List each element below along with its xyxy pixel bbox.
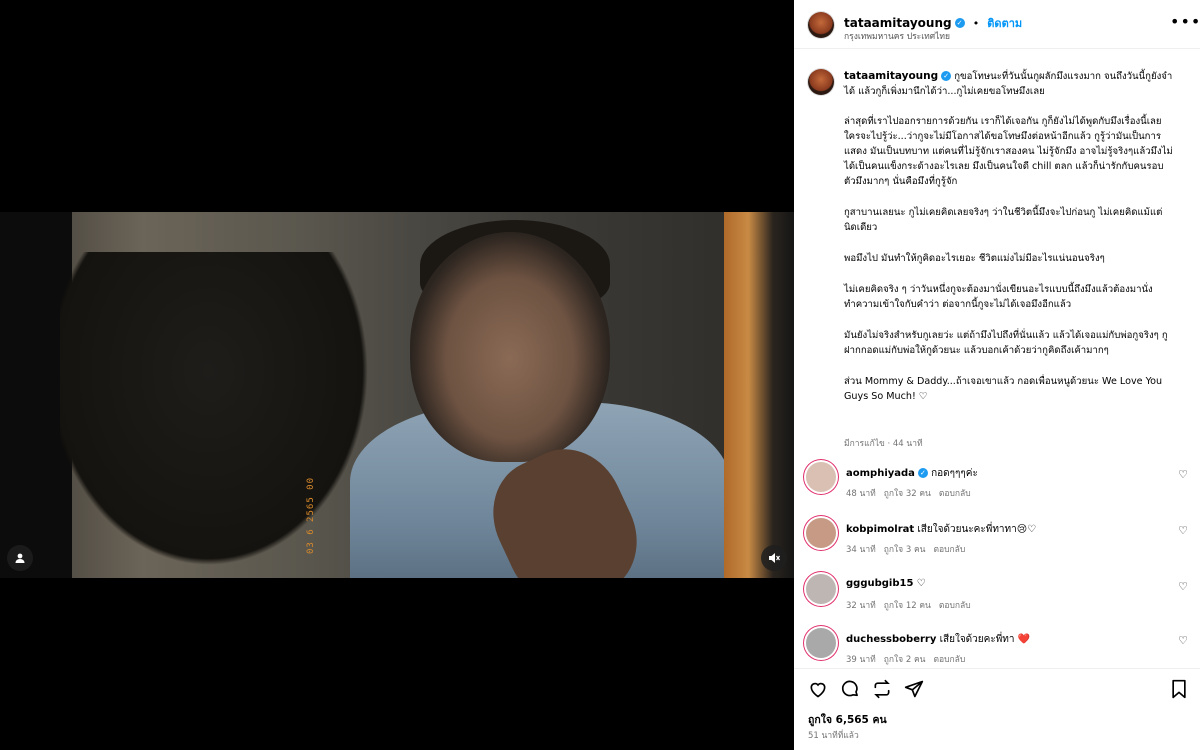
- verified-icon: ✓: [917, 468, 928, 478]
- comment-likes[interactable]: ถูกใจ 12 คน: [884, 601, 931, 611]
- comment-like-icon[interactable]: ♡: [1178, 524, 1188, 537]
- comment-meta: 48 นาที ถูกใจ 32 คน ตอบกลับ: [846, 486, 979, 500]
- caption-paragraph: ไม่เคยคิดจริง ๆ ว่าวันหนึ่งกูจะต้องมานั่…: [844, 284, 1153, 310]
- tagged-user-icon[interactable]: [7, 545, 33, 571]
- verified-icon: ✓: [954, 17, 965, 28]
- video-figure-back: [60, 252, 390, 578]
- comment-username[interactable]: kobpimolrat: [846, 524, 914, 535]
- comment-text: kobpimolrat เสียใจด้วยนะคะพี่ทาทา😢♡: [846, 522, 1156, 537]
- comment-time: 32 นาที: [846, 601, 876, 611]
- reply-button[interactable]: ตอบกลับ: [939, 489, 971, 499]
- more-options-icon[interactable]: •••: [1170, 12, 1200, 31]
- share-icon[interactable]: [904, 679, 924, 704]
- comment-item: kobpimolrat เสียใจด้วยนะคะพี่ทาทา😢♡ 34 น…: [794, 518, 1200, 574]
- caption-username[interactable]: tataamitayoung: [844, 70, 938, 82]
- comment-time: 48 นาที: [846, 489, 876, 499]
- comment-text: duchessboberry เสียใจด้วยคะพี่ทา ❤️: [846, 632, 1156, 647]
- caption-first: tataamitayoung ✓ กูขอโทษนะที่วันนั้นกูผลั…: [844, 69, 1174, 99]
- comment-meta: 39 นาที ถูกใจ 2 คน ตอบกลับ: [846, 652, 973, 666]
- comment-like-icon[interactable]: ♡: [1178, 634, 1188, 647]
- author-avatar[interactable]: [808, 12, 834, 38]
- comment-avatar[interactable]: [806, 518, 836, 548]
- comment-meta: 34 นาที ถูกใจ 3 คน ตอบกลับ: [846, 542, 973, 556]
- comment-time: 39 นาที: [846, 655, 876, 665]
- comment-item: aomphiyada ✓ กอดๆๆๆค่ะ 48 นาที ถูกใจ 32 คน…: [794, 462, 1200, 518]
- video-right-edge: [724, 212, 794, 578]
- comment-item: gggubgib15 ♡ 32 นาที ถูกใจ 12 คน ตอบกลับ ♡: [794, 574, 1200, 630]
- video-figure-head: [410, 232, 610, 462]
- post-location[interactable]: กรุงเทพมหานคร ประเทศไทย: [844, 29, 950, 43]
- reply-button[interactable]: ตอบกลับ: [939, 601, 971, 611]
- caption-avatar[interactable]: [808, 69, 834, 95]
- caption-paragraph: ส่วน Mommy & Daddy...ถ้าเจอเขาแล้ว กอดเพ…: [844, 376, 1163, 402]
- comment-body: เสียใจด้วยนะคะพี่ทาทา😢♡: [917, 524, 1037, 535]
- action-bar: [794, 668, 1200, 709]
- comment-body: เสียใจด้วยคะพี่ทา ❤️: [939, 634, 1031, 645]
- verified-icon: ✓: [941, 71, 952, 81]
- caption-meta: มีการแก้ไข · 44 นาที: [844, 439, 923, 449]
- comment-time: 34 นาที: [846, 545, 876, 555]
- separator-dot: •: [972, 17, 980, 30]
- comment-likes[interactable]: ถูกใจ 2 คน: [884, 655, 926, 665]
- follow-button[interactable]: ติดตาม: [987, 17, 1022, 30]
- repost-icon[interactable]: [872, 679, 892, 704]
- comment-like-icon[interactable]: ♡: [1178, 468, 1188, 481]
- bookmark-icon[interactable]: [1170, 679, 1188, 704]
- comment-icon[interactable]: [840, 679, 860, 704]
- comment-avatar[interactable]: [806, 574, 836, 604]
- comment-text: gggubgib15 ♡: [846, 578, 1156, 589]
- video-player[interactable]: 03 6 2565 00: [0, 212, 794, 578]
- post-time: 51 นาทีที่แล้ว: [808, 731, 859, 741]
- comment-username[interactable]: aomphiyada: [846, 468, 915, 479]
- video-date-stamp: 03 6 2565 00: [306, 477, 316, 555]
- post-panel: tataamitayoung ✓ • ติดตาม กรุงเทพมหานคร ป…: [794, 0, 1200, 750]
- caption-paragraph: พอมึงไป มันทำให้กูคิดอะไรเยอะ ชีวิตแม่งไ…: [844, 253, 1105, 264]
- caption-paragraph: กูสาบานเลยนะ กูไม่เคยคิดเลยจริงๆ ว่าในชี…: [844, 207, 1163, 233]
- comment-text: aomphiyada ✓ กอดๆๆๆค่ะ: [846, 466, 1156, 481]
- caption-paragraph: มันยังไม่จริงสำหรับกูเลยว่ะ แต่ถ้ามึงไปถ…: [844, 330, 1168, 356]
- like-count[interactable]: ถูกใจ 6,565 คน: [808, 711, 887, 728]
- comment-avatar[interactable]: [806, 462, 836, 492]
- comment-body: ♡: [916, 578, 926, 589]
- comment-like-icon[interactable]: ♡: [1178, 580, 1188, 593]
- comment-username[interactable]: gggubgib15: [846, 578, 913, 589]
- reply-button[interactable]: ตอบกลับ: [933, 545, 965, 555]
- comment-likes[interactable]: ถูกใจ 3 คน: [884, 545, 926, 555]
- post-media: 03 6 2565 00: [0, 0, 794, 750]
- comment-username[interactable]: duchessboberry: [846, 634, 936, 645]
- comment-likes[interactable]: ถูกใจ 32 คน: [884, 489, 931, 499]
- comment-avatar[interactable]: [806, 628, 836, 658]
- comment-body: กอดๆๆๆค่ะ: [931, 468, 978, 479]
- author-username[interactable]: tataamitayoung: [844, 16, 952, 30]
- caption-paragraph: ล่าสุดที่เราไปออกรายการด้วยกัน เราก็ได้เ…: [844, 116, 1173, 187]
- comment-meta: 32 นาที ถูกใจ 12 คน ตอบกลับ: [846, 598, 979, 612]
- caption-body: ล่าสุดที่เราไปออกรายการด้วยกัน เราก็ได้เ…: [844, 114, 1174, 404]
- post-header: tataamitayoung ✓ • ติดตาม กรุงเทพมหานคร ป…: [794, 0, 1200, 49]
- mute-icon[interactable]: [761, 545, 787, 571]
- heart-icon[interactable]: [808, 679, 828, 704]
- reply-button[interactable]: ตอบกลับ: [933, 655, 965, 665]
